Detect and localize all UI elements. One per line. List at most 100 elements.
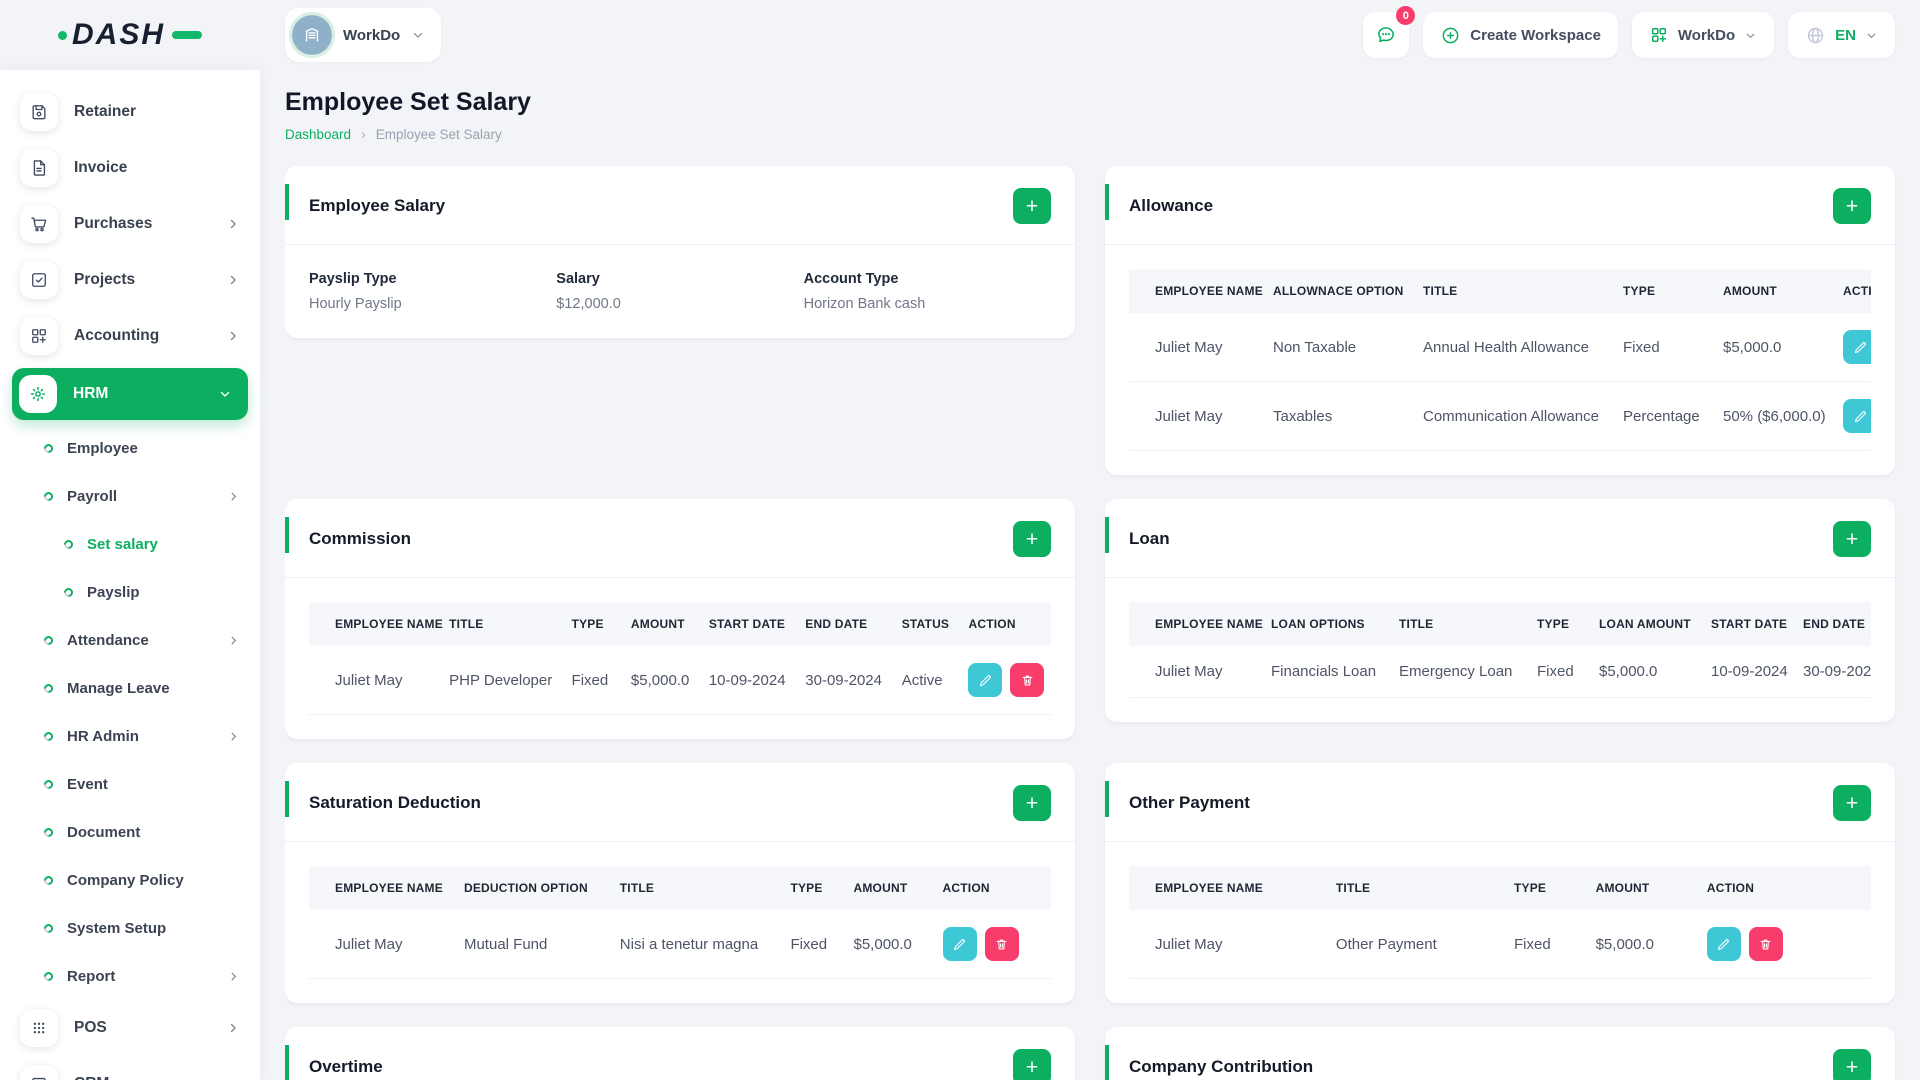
sidebar-subitem-hr-admin[interactable]: HR Admin [0, 712, 260, 760]
language-selector[interactable]: EN [1788, 12, 1895, 58]
commission-table: Employee Name Title Type Amount Start Da… [309, 602, 1051, 715]
chevron-right-icon [230, 275, 236, 285]
messenger-button[interactable]: 0 [1363, 6, 1416, 58]
edit-button[interactable] [942, 927, 977, 961]
column-header: Action [1829, 269, 1871, 313]
sidebar-subitem-set-salary[interactable]: Set salary [0, 520, 260, 568]
commission-card: Commission + Employee Name Title Type Am… [285, 499, 1075, 739]
sidebar-item-label: HRM [73, 385, 109, 402]
column-header: Title [1321, 866, 1500, 910]
add-loan-button[interactable]: + [1833, 521, 1871, 557]
delete-button[interactable] [1010, 663, 1045, 697]
column-header: Type [1523, 602, 1585, 646]
edit-button[interactable] [1843, 330, 1871, 364]
edit-button[interactable] [968, 663, 1003, 697]
allowance-card: Allowance + Employee Name Allownace Opti… [1105, 166, 1895, 475]
pencil-icon [1854, 410, 1866, 422]
sidebar-subitem-payslip[interactable]: Payslip [0, 568, 260, 616]
sidebar-item-hrm[interactable]: HRM [12, 368, 248, 420]
add-employee-salary-button[interactable]: + [1013, 188, 1051, 224]
sidebar-subitem-label: Payslip [87, 583, 140, 601]
grid-plus-icon [1651, 28, 1666, 42]
breadcrumb-dashboard-link[interactable]: Dashboard [285, 127, 351, 142]
cell: Juliet May [1129, 313, 1259, 382]
sidebar-subitem-payroll[interactable]: Payroll [0, 472, 260, 520]
crm-frame-icon [20, 1065, 58, 1080]
status-text: Active [887, 646, 955, 715]
pencil-icon [1854, 341, 1866, 353]
edit-button[interactable] [1706, 927, 1741, 961]
column-header: End Date [1789, 602, 1871, 646]
sidebar-item-invoice[interactable]: Invoice [0, 140, 260, 196]
sidebar-item-crm[interactable]: CRM [0, 1056, 260, 1080]
language-code: EN [1835, 26, 1856, 44]
app-menu-button[interactable]: WorkDo [1631, 12, 1775, 58]
topbar: DASH WorkDo 0 Create Workspace WorkDo EN [0, 0, 1920, 70]
delete-button[interactable] [1748, 927, 1783, 961]
sidebar-item-pos[interactable]: POS [0, 1000, 260, 1056]
bullet-icon [42, 873, 55, 887]
sidebar-subitem-event[interactable]: Event [0, 760, 260, 808]
sidebar-subitem-label: Report [67, 967, 116, 985]
other-payment-table: Employee Name Title Type Amount Action J… [1129, 866, 1871, 979]
logo-dash-icon [172, 31, 202, 39]
column-header: Loan Amount [1585, 602, 1697, 646]
sidebar-subitem-document[interactable]: Document [0, 808, 260, 856]
sidebar: Retainer Invoice Purchases Projects Acco… [0, 70, 260, 1080]
sidebar-subitem-report[interactable]: Report [0, 952, 260, 1000]
column-header: Action [954, 602, 1051, 646]
dots-grid-icon [20, 1009, 58, 1047]
cell: $5,000.0 [1709, 313, 1829, 382]
column-header: Type [557, 602, 617, 646]
cell: Other Payment [1321, 910, 1500, 979]
add-company-contribution-button[interactable]: + [1833, 1049, 1871, 1080]
trash-icon [1022, 675, 1033, 685]
create-workspace-button[interactable]: Create Workspace [1423, 12, 1618, 58]
edit-button[interactable] [1843, 399, 1871, 433]
delete-button[interactable] [984, 927, 1019, 961]
sidebar-item-accounting[interactable]: Accounting [0, 308, 260, 364]
sidebar-item-purchases[interactable]: Purchases [0, 196, 260, 252]
workspace-selector[interactable]: WorkDo [285, 8, 442, 62]
sidebar-item-label: POS [74, 1019, 107, 1036]
pencil-icon [953, 938, 965, 950]
column-header: Amount [1709, 269, 1829, 313]
add-commission-button[interactable]: + [1013, 521, 1051, 557]
pencil-icon [1718, 938, 1730, 950]
chevron-down-icon [1746, 33, 1755, 38]
card-title: Other Payment [1129, 793, 1250, 812]
sidebar-subitem-label: Manage Leave [67, 679, 170, 697]
sidebar-subitem-system-setup[interactable]: System Setup [0, 904, 260, 952]
column-header: Type [1499, 866, 1582, 910]
cell: Nisi a tenetur magna [605, 910, 777, 979]
sidebar-subitem-label: Event [67, 775, 108, 793]
sidebar-subitem-employee[interactable]: Employee [0, 424, 260, 472]
sidebar-item-label: Retainer [74, 103, 137, 120]
bullet-icon [62, 537, 75, 551]
sidebar-subitem-attendance[interactable]: Attendance [0, 616, 260, 664]
sidebar-subitem-manage-leave[interactable]: Manage Leave [0, 664, 260, 712]
add-overtime-button[interactable]: + [1013, 1049, 1051, 1080]
sidebar-item-projects[interactable]: Projects [0, 252, 260, 308]
pencil-icon [979, 674, 991, 686]
sidebar-item-label: Projects [74, 271, 136, 288]
sidebar-subitem-label: System Setup [67, 919, 167, 937]
sidebar-subitem-label: Employee [67, 439, 138, 457]
chevron-right-icon [231, 972, 236, 980]
cell: Fixed [776, 910, 840, 979]
add-other-payment-button[interactable]: + [1833, 785, 1871, 821]
sidebar-item-retainer[interactable]: Retainer [0, 84, 260, 140]
bullet-icon [62, 585, 75, 599]
chevron-right-icon [231, 732, 236, 740]
add-saturation-deduction-button[interactable]: + [1013, 785, 1051, 821]
breadcrumb-current: Employee Set Salary [375, 126, 502, 142]
cell: Fixed [1499, 910, 1582, 979]
sidebar-subitem-company-policy[interactable]: Company Policy [0, 856, 260, 904]
check-square-icon [20, 261, 58, 299]
add-allowance-button[interactable]: + [1833, 188, 1871, 224]
cell: $5,000.0 [1581, 910, 1693, 979]
cell: Fixed [557, 646, 617, 715]
logo[interactable]: DASH [0, 18, 260, 52]
bullet-icon [42, 633, 55, 647]
globe-icon [1807, 27, 1824, 43]
